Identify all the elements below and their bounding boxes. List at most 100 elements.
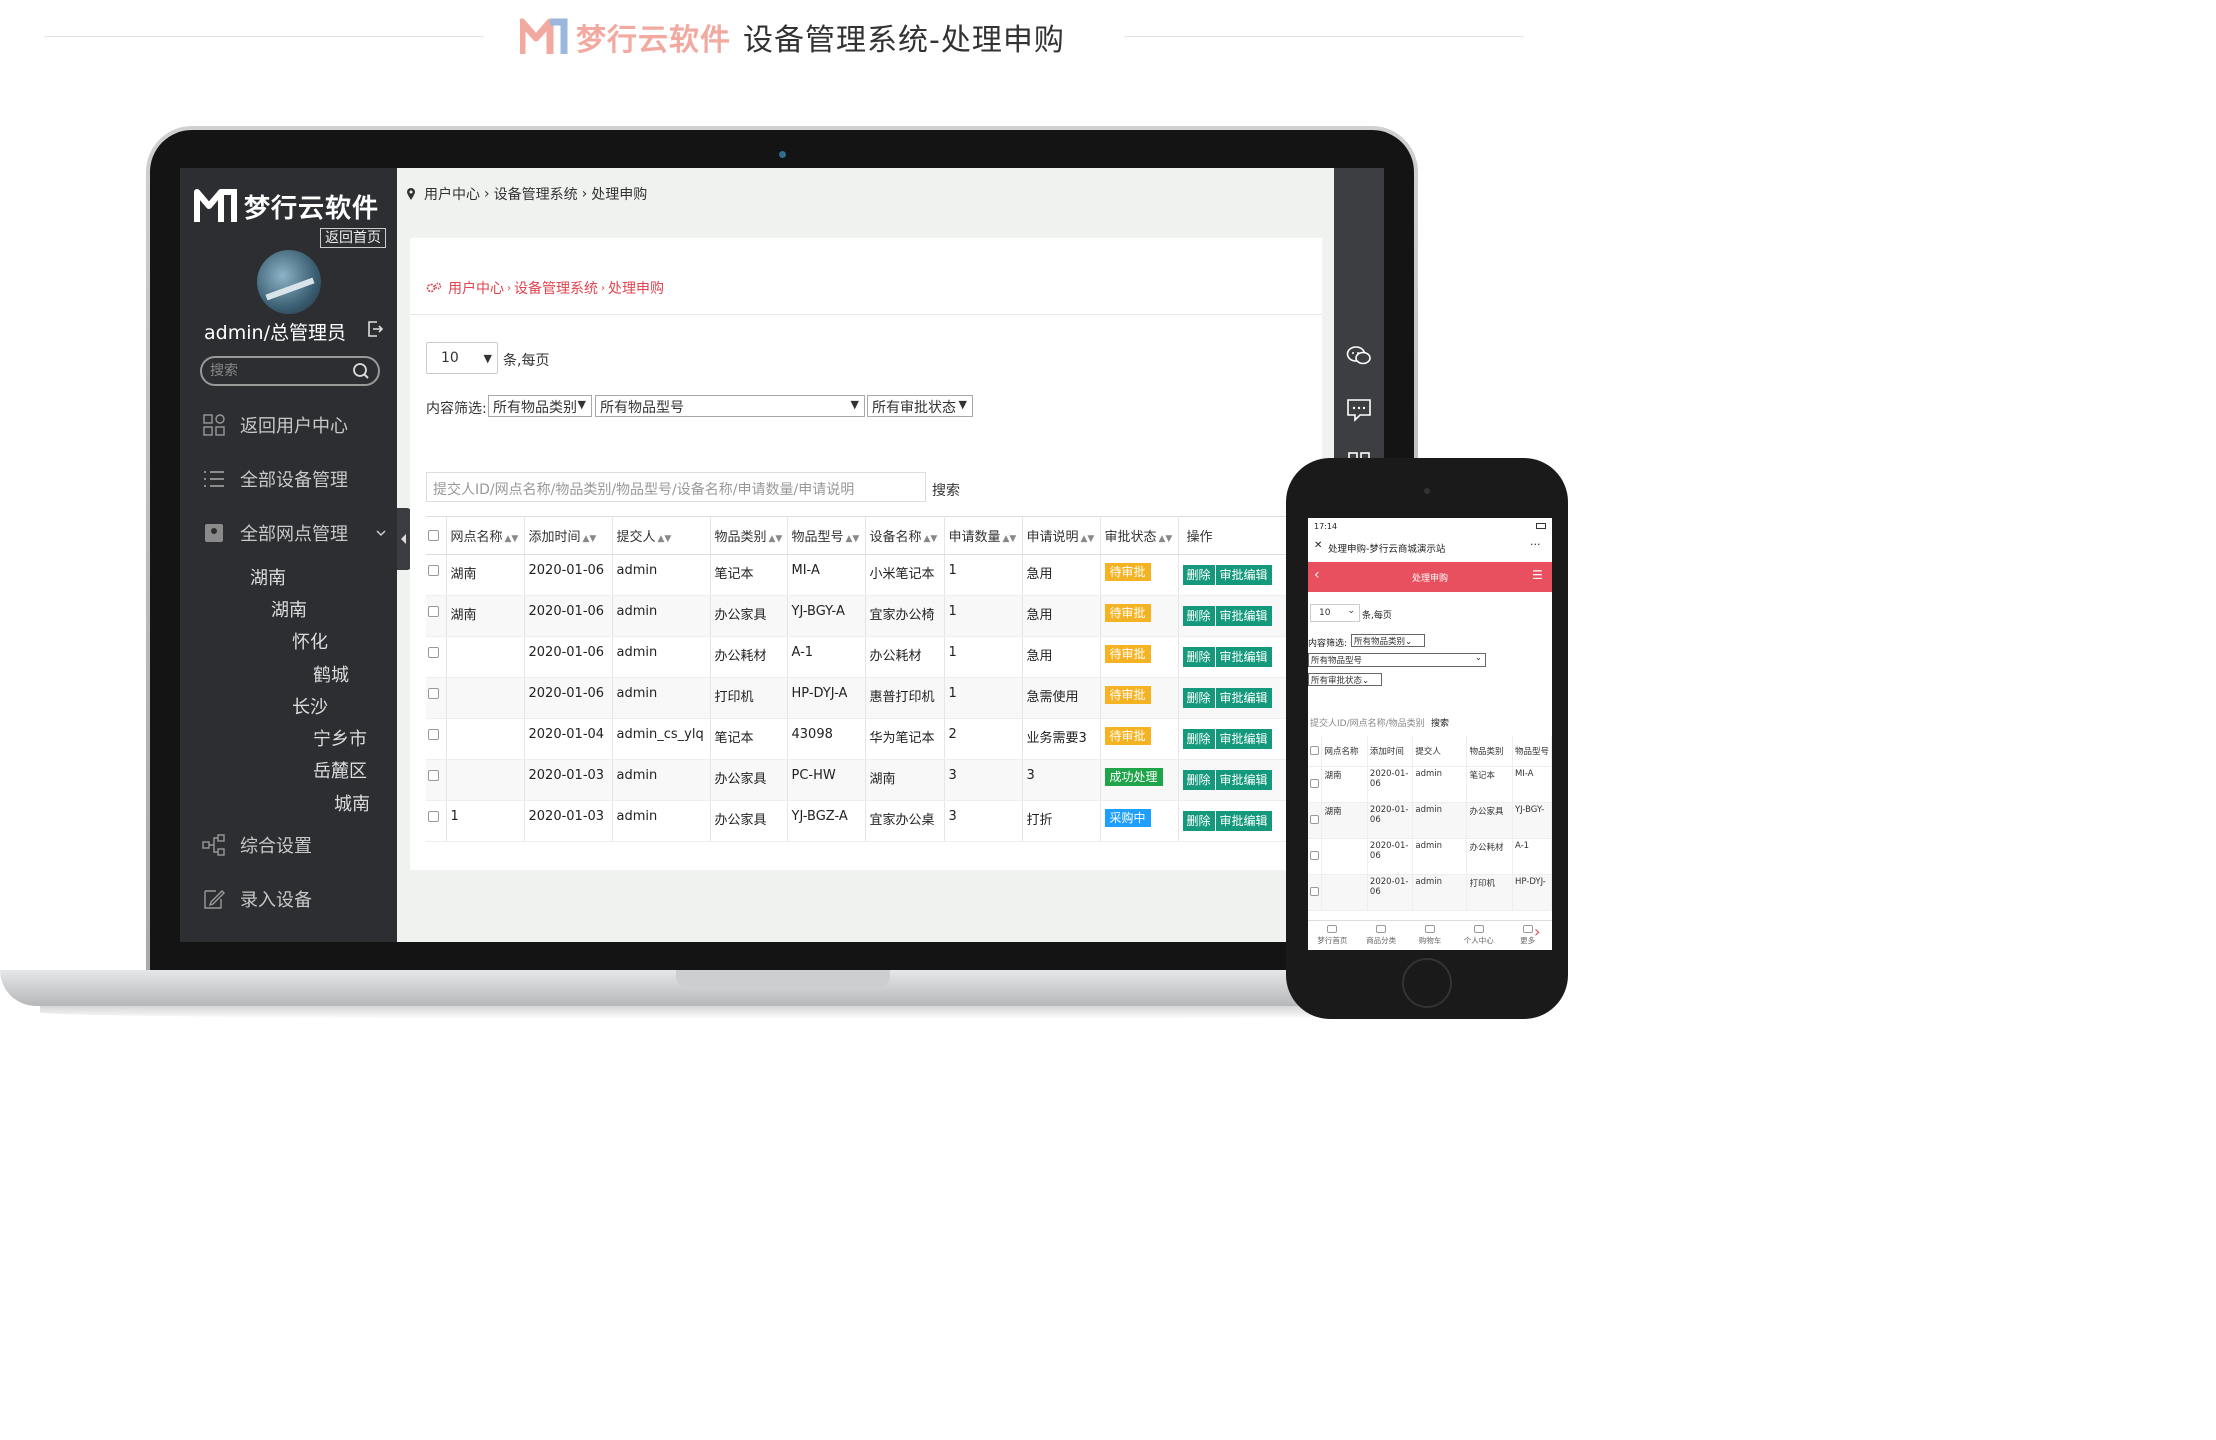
phone-th-category[interactable]: 物品类别 [1466, 736, 1513, 767]
delete-button[interactable]: 删除 [1182, 729, 1215, 749]
breadcrumb-item[interactable]: 用户中心 [424, 184, 480, 204]
page-size-select[interactable]: 10 ▼ [426, 342, 498, 374]
phone-nav-category[interactable]: 商品分类 [1357, 921, 1406, 950]
panel-breadcrumb-item[interactable]: 设备管理系统 [514, 278, 598, 298]
nav-return-user-center[interactable]: 返回用户中心 [202, 410, 348, 440]
phone-row-checkbox[interactable] [1310, 851, 1319, 860]
delete-button[interactable]: 删除 [1182, 770, 1215, 790]
tree-node-yuelu[interactable]: 岳麓区 [313, 757, 367, 783]
cell-user: admin [612, 595, 711, 637]
approve-edit-button[interactable]: 审批编辑 [1215, 729, 1272, 749]
row-checkbox[interactable] [428, 565, 439, 576]
th-model[interactable]: 物品型号 ▲▼ [787, 516, 866, 555]
status-filter-value: 所有审批状态 [872, 400, 956, 416]
approve-edit-button[interactable]: 审批编辑 [1215, 647, 1272, 667]
phone-row-checkbox[interactable] [1310, 887, 1319, 896]
delete-button[interactable]: 删除 [1182, 606, 1215, 626]
approve-edit-button[interactable]: 审批编辑 [1215, 811, 1272, 831]
delete-button[interactable]: 删除 [1182, 647, 1215, 667]
menu-icon[interactable]: ☰ [1532, 568, 1543, 582]
more-icon[interactable]: ··· [1530, 538, 1541, 551]
th-note[interactable]: 申请说明 ▲▼ [1022, 516, 1101, 555]
wechat-icon[interactable] [1346, 344, 1372, 368]
panel-breadcrumb-item[interactable]: 用户中心 [448, 278, 504, 298]
search-input[interactable]: 提交人ID/网点名称/物品类别/物品型号/设备名称/申请数量/申请说明 [426, 472, 926, 502]
status-filter-select[interactable]: 所有审批状态 ▼ [867, 395, 973, 417]
row-checkbox[interactable] [428, 688, 439, 699]
category-filter-select[interactable]: 所有物品类别 ▼ [488, 395, 592, 417]
phone-page-size-select[interactable]: 10 ⌄ [1310, 604, 1360, 622]
phone-th-user[interactable]: 提交人 [1412, 736, 1468, 767]
phone-table-row: 2020-01-06 admin 办公耗材 A-1 [1308, 838, 1552, 875]
phone-category-select[interactable]: 所有物品类别⌄ [1351, 634, 1425, 647]
phone-status-select[interactable]: 所有审批状态⌄ [1308, 673, 1382, 686]
phone-nav-home[interactable]: 梦行首页 [1308, 921, 1357, 950]
th-user[interactable]: 提交人 ▲▼ [612, 516, 711, 555]
message-icon[interactable] [1346, 398, 1372, 422]
phone-select-all-checkbox[interactable] [1310, 745, 1319, 755]
tree-node-hunan[interactable]: 湖南 [250, 564, 286, 590]
nav-all-devices[interactable]: 全部设备管理 [202, 464, 348, 494]
row-checkbox[interactable] [428, 811, 439, 822]
th-category[interactable]: 物品类别 ▲▼ [710, 516, 788, 555]
breadcrumb-separator: › [601, 282, 605, 294]
tree-node-huaihua[interactable]: 怀化 [292, 628, 328, 654]
next-icon[interactable]: › [1534, 922, 1540, 941]
th-site[interactable]: 网点名称 ▲▼ [446, 516, 525, 555]
phone-search-button[interactable]: 搜索 [1431, 716, 1449, 729]
phone-camera [1424, 488, 1430, 494]
sidebar-search-input[interactable]: 搜索 [200, 356, 380, 386]
delete-button[interactable]: 删除 [1182, 811, 1215, 831]
phone-search-input[interactable]: 提交人ID/网点名称/物品类别 [1310, 716, 1425, 729]
phone-nav-profile[interactable]: 个人中心 [1454, 921, 1503, 950]
nav-enter-device[interactable]: 录入设备 [202, 884, 312, 914]
phone-th-time[interactable]: 添加时间 [1367, 736, 1414, 767]
cell-site [446, 759, 525, 801]
phone-filter-label: 内容筛选: [1308, 639, 1348, 649]
approve-edit-button[interactable]: 审批编辑 [1215, 688, 1272, 708]
th-quantity[interactable]: 申请数量 ▲▼ [944, 516, 1023, 555]
cell-status: 待审批 [1100, 677, 1179, 719]
delete-button[interactable]: 删除 [1182, 565, 1215, 585]
phone-row-checkbox[interactable] [1310, 779, 1319, 788]
phone-nav-label: 购物车 [1418, 936, 1442, 945]
breadcrumb-item[interactable]: 设备管理系统 [494, 184, 578, 204]
row-checkbox[interactable] [428, 729, 439, 740]
phone-cell-category: 笔记本 [1466, 766, 1513, 803]
chevron-down-icon[interactable] [376, 528, 386, 538]
phone-nav-label: 更多 [1520, 936, 1536, 945]
approve-edit-button[interactable]: 审批编辑 [1215, 565, 1272, 585]
tree-node-hecheng[interactable]: 鹤城 [313, 661, 349, 687]
phone-row-checkbox[interactable] [1310, 815, 1319, 824]
row-checkbox[interactable] [428, 770, 439, 781]
nav-all-sites[interactable]: 全部网点管理 [202, 518, 348, 548]
tree-node-chengnan[interactable]: 城南 [334, 790, 370, 816]
home-button[interactable]: 返回首页 [320, 228, 386, 248]
tree-node-changsha[interactable]: 长沙 [292, 693, 328, 719]
tree-node-ningxiang[interactable]: 宁乡市 [313, 725, 367, 751]
logout-icon[interactable] [366, 320, 384, 338]
search-icon[interactable] [352, 362, 370, 380]
model-filter-select[interactable]: 所有物品型号 ▼ [595, 395, 865, 417]
approve-edit-button[interactable]: 审批编辑 [1215, 770, 1272, 790]
th-status[interactable]: 审批状态 ▲▼ [1100, 516, 1179, 555]
row-checkbox[interactable] [428, 606, 439, 617]
search-button[interactable]: 搜索 [932, 480, 960, 500]
avatar[interactable] [257, 250, 321, 314]
phone-th-model[interactable]: 物品型号 [1512, 736, 1552, 767]
th-time[interactable]: 添加时间 ▲▼ [524, 516, 613, 555]
phone-th-site[interactable]: 网点名称 [1321, 736, 1368, 767]
phone-close-icon[interactable]: ✕ [1314, 540, 1322, 551]
select-all-checkbox[interactable] [428, 530, 439, 541]
tree-node-hunan-2[interactable]: 湖南 [271, 596, 307, 622]
delete-button[interactable]: 删除 [1182, 688, 1215, 708]
phone-home-button[interactable] [1402, 958, 1452, 1008]
sidebar-collapse-toggle[interactable] [397, 508, 411, 570]
th-device-name[interactable]: 设备名称 ▲▼ [865, 516, 945, 555]
phone-nav-more[interactable]: 更多 [1503, 921, 1552, 950]
approve-edit-button[interactable]: 审批编辑 [1215, 606, 1272, 626]
phone-model-select[interactable]: 所有物品型号 ⌄ [1308, 653, 1486, 667]
row-checkbox[interactable] [428, 647, 439, 658]
phone-nav-cart[interactable]: 购物车 [1406, 921, 1455, 950]
nav-general-settings[interactable]: 综合设置 [202, 830, 312, 860]
